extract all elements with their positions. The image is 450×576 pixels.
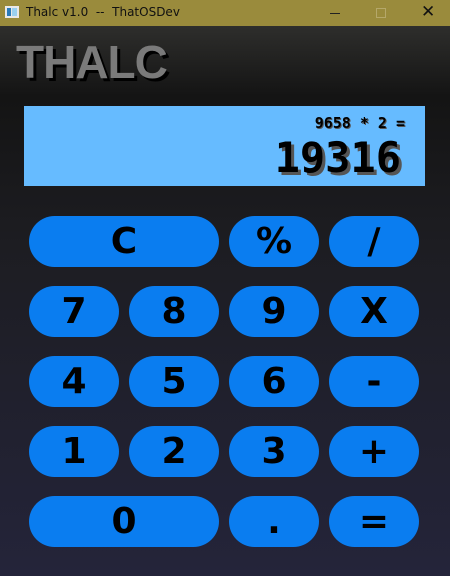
minimize-icon [330,13,340,14]
multiply-button[interactable]: X [329,286,419,337]
digit-4-button[interactable]: 4 [29,356,119,407]
maximize-button[interactable] [358,0,404,26]
digit-6-button[interactable]: 6 [229,356,319,407]
minus-button[interactable]: - [329,356,419,407]
decimal-button[interactable]: . [229,496,319,547]
brand-logo: THALC [16,36,168,88]
digit-9-button[interactable]: 9 [229,286,319,337]
display-panel: 9658 * 2 = 19316 [24,106,425,186]
close-button[interactable]: ✕ [404,0,450,26]
minimize-button[interactable] [312,0,358,26]
digit-5-button[interactable]: 5 [129,356,219,407]
calculator-body: THALC 9658 * 2 = 19316 C % / 7 8 9 X 4 5… [0,26,450,576]
digit-3-button[interactable]: 3 [229,426,319,477]
digit-8-button[interactable]: 8 [129,286,219,337]
equals-button[interactable]: = [329,496,419,547]
maximize-icon [376,8,386,18]
percent-button[interactable]: % [229,216,319,267]
app-window-icon[interactable] [5,6,19,18]
window-title: Thalc v1.0 -- ThatOSDev [26,5,180,19]
expression-text: 9658 * 2 = [314,114,405,132]
digit-2-button[interactable]: 2 [129,426,219,477]
digit-0-button[interactable]: 0 [29,496,219,547]
result-text: 19316 [274,133,401,182]
divide-button[interactable]: / [329,216,419,267]
close-icon: ✕ [421,2,436,22]
title-bar[interactable]: Thalc v1.0 -- ThatOSDev ✕ [0,0,450,26]
clear-button[interactable]: C [29,216,219,267]
digit-7-button[interactable]: 7 [29,286,119,337]
plus-button[interactable]: + [329,426,419,477]
digit-1-button[interactable]: 1 [29,426,119,477]
